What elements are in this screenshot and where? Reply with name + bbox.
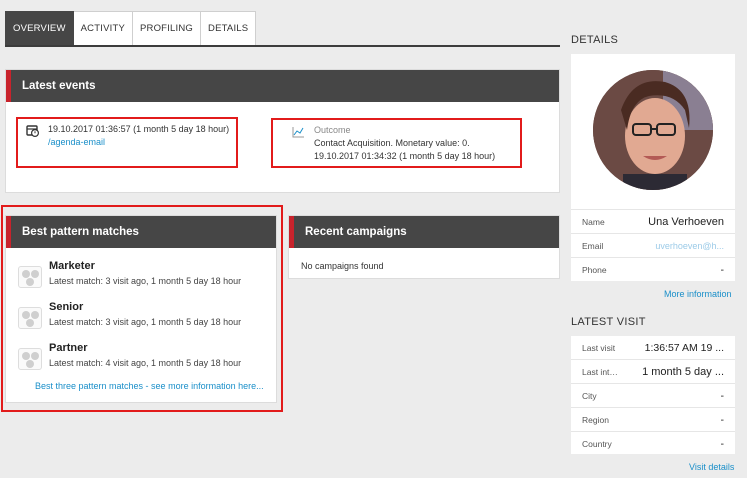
details-card: Name Una Verhoeven Email uverhoeven@h...… (571, 54, 735, 281)
outcome-chart-icon (292, 127, 304, 138)
visit-value: 1 month 5 day ... (642, 365, 724, 378)
outcome-label: Outcome (314, 125, 351, 135)
more-information-link[interactable]: More information (664, 289, 732, 299)
outcome-time: 19.10.2017 01:34:32 (1 month 5 day 18 ho… (314, 151, 496, 161)
recent-campaigns-panel: Recent campaigns No campaigns found (288, 215, 560, 279)
latest-events-title: Latest events (6, 70, 559, 102)
visit-value: - (720, 437, 725, 450)
detail-label: Name (582, 216, 605, 227)
visit-label: Country (582, 438, 612, 449)
visit-row-country: Country - (571, 431, 735, 455)
latest-visit-card: Last visit 1:36:57 AM 19 ... Last intera… (571, 336, 735, 454)
latest-visit-title: LATEST VISIT (571, 316, 646, 328)
email-value[interactable]: uverhoeven@h... (655, 241, 724, 251)
visit-row-last-visit: Last visit 1:36:57 AM 19 ... (571, 336, 735, 360)
tab-bar: OVERVIEW ACTIVITY PROFILING DETAILS (5, 11, 257, 46)
visit-label: Last interaction (582, 366, 618, 377)
event-clock-icon (26, 125, 39, 137)
visit-details-link[interactable]: Visit details (689, 462, 734, 472)
pattern-highlight (1, 205, 283, 412)
contact-avatar (593, 70, 713, 190)
event-1: 19.10.2017 01:36:57 (1 month 5 day 18 ho… (48, 123, 229, 149)
visit-row-region: Region - (571, 407, 735, 431)
event-2: Outcome Contact Acquisition. Monetary va… (314, 124, 495, 163)
detail-label: Email (582, 240, 604, 251)
tab-profiling[interactable]: PROFILING (133, 11, 202, 46)
campaigns-empty-text: No campaigns found (301, 261, 384, 271)
visit-row-city: City - (571, 383, 735, 407)
visit-value: - (720, 413, 725, 426)
visit-label: City (582, 390, 597, 401)
event-1-time: 19.10.2017 01:36:57 (1 month 5 day 18 ho… (48, 124, 230, 134)
visit-value: - (720, 389, 725, 402)
tab-details[interactable]: DETAILS (201, 11, 257, 46)
event-1-link[interactable]: /agenda-email (48, 136, 229, 149)
details-title: DETAILS (571, 34, 619, 46)
detail-row-email: Email uverhoeven@h... (571, 233, 735, 257)
visit-value: 1:36:57 AM 19 ... (644, 342, 724, 354)
outcome-text: Contact Acquisition. Monetary value: 0. (314, 138, 470, 148)
detail-label: Phone (582, 264, 607, 275)
detail-value: - (720, 263, 725, 276)
visit-label: Region (582, 414, 609, 425)
tab-activity[interactable]: ACTIVITY (73, 11, 133, 46)
tab-overview[interactable]: OVERVIEW (5, 11, 74, 46)
avatar-photo (593, 70, 713, 190)
visit-row-last-interaction: Last interaction 1 month 5 day ... (571, 359, 735, 383)
recent-campaigns-title: Recent campaigns (289, 216, 559, 248)
detail-row-phone: Phone - (571, 257, 735, 281)
detail-value: Una Verhoeven (648, 215, 724, 228)
visit-label: Last visit (582, 343, 616, 353)
tabs-divider (5, 45, 560, 47)
detail-row-name: Name Una Verhoeven (571, 209, 735, 233)
